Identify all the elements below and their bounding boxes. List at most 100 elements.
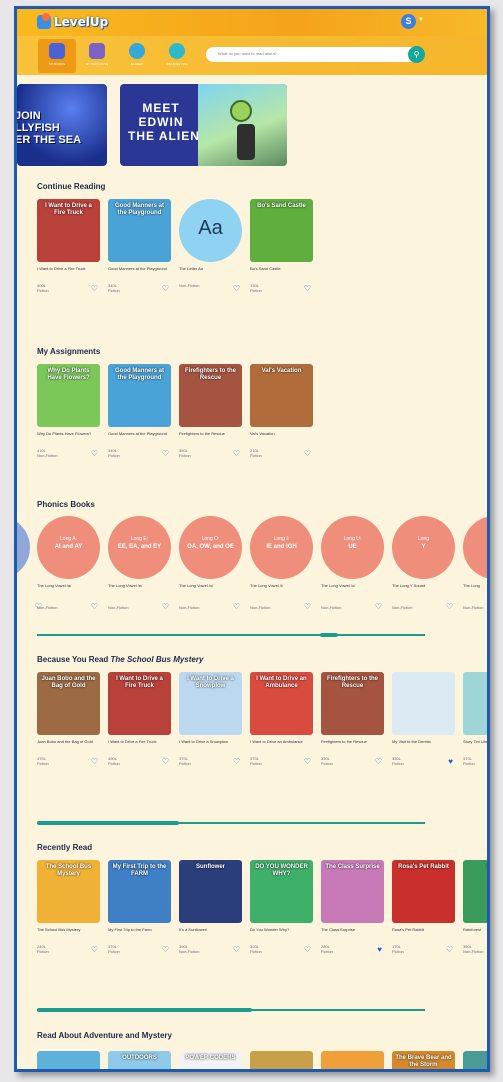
favorite-heart-icon[interactable]: ♡ bbox=[91, 603, 98, 611]
favorite-heart-icon[interactable]: ♡ bbox=[304, 285, 311, 293]
favorite-heart-icon[interactable]: ♥ bbox=[448, 758, 453, 766]
book-cover[interactable]: Sunflower bbox=[179, 860, 242, 923]
favorite-heart-icon[interactable]: ♡ bbox=[375, 758, 382, 766]
book-card[interactable]: The Brave Bear and the Storm bbox=[392, 1051, 456, 1069]
book-card[interactable]: Rosa's Pet Rabbit Rosa's Pet Rabbit 170L Fi… bbox=[392, 860, 456, 954]
book-card[interactable]: Long O: OA, OW, and OE The Long Vowel /o/N… bbox=[179, 516, 243, 611]
book-card[interactable]: Good Manners at the Playground Good Manne… bbox=[108, 199, 172, 293]
book-card[interactable]: Long E: EE, EA, and EY The Long Vowel /e/N… bbox=[108, 516, 172, 611]
book-card[interactable] bbox=[321, 1051, 385, 1069]
book-card[interactable]: Sunflower It's a Sunflower! 390L Non-Fictio… bbox=[179, 860, 243, 954]
book-title[interactable]: Story Tim Librarian bbox=[463, 739, 487, 745]
book-cover[interactable]: The School Bus Mystery bbox=[37, 860, 100, 923]
nav-reading-log[interactable]: READING LOG bbox=[158, 39, 196, 73]
book-title[interactable]: I Want to Drive a Snowplow bbox=[179, 739, 241, 745]
book-card[interactable] bbox=[250, 1051, 314, 1069]
book-cover[interactable]: Firefighters to the Rescue bbox=[321, 672, 384, 735]
favorite-heart-icon[interactable]: ♡ bbox=[91, 758, 98, 766]
book-title[interactable]: Rainforest bbox=[463, 927, 487, 933]
book-title[interactable]: The Long Vowel /e/ bbox=[108, 583, 170, 589]
banner-meet-edwin[interactable]: MEET EDWIN THE ALIEN bbox=[120, 84, 287, 166]
book-title[interactable]: The Class Surprise bbox=[321, 927, 383, 933]
book-title[interactable]: Juan Bobo and the Bag of Gold bbox=[37, 739, 99, 745]
recent-scrollbar[interactable] bbox=[37, 1008, 425, 1012]
book-cover[interactable]: The Class Surprise bbox=[321, 860, 384, 923]
book-title[interactable]: Val's Vacation bbox=[250, 431, 312, 437]
book-cover[interactable]: I Want to Drive a Fire Truck bbox=[108, 672, 171, 735]
book-card[interactable]: My Visit to the Dentist 350L Fiction ♥ bbox=[392, 672, 456, 766]
book-card[interactable]: I Want to Drive a Fire Truck I Want to Dr… bbox=[108, 672, 172, 766]
book-cover[interactable] bbox=[463, 516, 487, 579]
phonics-scrollbar[interactable] bbox=[37, 633, 425, 637]
book-card[interactable]: I Want to Drive a Snowplow I Want to Driv… bbox=[179, 672, 243, 766]
book-cover[interactable]: My First Trip to the FARM bbox=[108, 860, 171, 923]
favorite-heart-icon[interactable]: ♡ bbox=[304, 450, 311, 458]
favorite-heart-icon[interactable]: ♡ bbox=[304, 946, 311, 954]
favorite-heart-icon[interactable]: ♡ bbox=[233, 603, 240, 611]
search-input[interactable]: What do you want to read about? bbox=[218, 51, 277, 56]
favorite-heart-icon[interactable]: ♥ bbox=[377, 946, 382, 954]
book-cover[interactable] bbox=[250, 1051, 313, 1069]
book-cover[interactable] bbox=[392, 672, 455, 735]
nav-my-books[interactable]: MY BOOKS bbox=[38, 39, 76, 73]
book-title[interactable]: Firefighters to the Rescue bbox=[179, 431, 241, 437]
favorite-heart-icon[interactable]: ♡ bbox=[304, 758, 311, 766]
favorite-heart-icon[interactable]: ♡ bbox=[162, 603, 169, 611]
book-card[interactable]: POWER CODERS bbox=[179, 1051, 243, 1069]
book-title[interactable]: I Want to Drive an Ambulance bbox=[250, 739, 312, 745]
book-cover[interactable] bbox=[321, 1051, 384, 1069]
book-title[interactable]: The Long Vowel /o/ bbox=[179, 583, 241, 589]
book-card[interactable]: The Class Surprise The Class Surprise 280L… bbox=[321, 860, 385, 954]
scroll-thumb[interactable] bbox=[37, 1008, 252, 1012]
book-cover[interactable] bbox=[463, 1051, 487, 1069]
book-title[interactable]: Bo's Sand Castle bbox=[250, 266, 312, 272]
book-cover[interactable]: Juan Bobo and the Bag of Gold bbox=[37, 672, 100, 735]
favorite-heart-icon[interactable]: ♡ bbox=[233, 450, 240, 458]
book-cover[interactable]: Rosa's Pet Rabbit bbox=[392, 860, 455, 923]
book-card[interactable]: OUTDOORS bbox=[108, 1051, 172, 1069]
book-cover[interactable]: I Want to Drive a Snowplow bbox=[179, 672, 242, 735]
book-card[interactable]: Long Y The Long Y Sound Non-Fiction ♡ bbox=[392, 516, 456, 611]
book-cover[interactable]: Why Do Plants Have Flowers? bbox=[37, 364, 100, 427]
book-title[interactable]: The Long Vowel /u/ bbox=[321, 583, 383, 589]
favorite-heart-icon[interactable]: ♡ bbox=[162, 946, 169, 954]
book-cover[interactable]: POWER CODERS bbox=[179, 1051, 242, 1069]
favorite-heart-icon[interactable]: ♡ bbox=[91, 946, 98, 954]
book-title[interactable]: Why Do Plants Have Flowers? bbox=[37, 431, 99, 437]
book-title[interactable]: I Want to Drive a Fire Truck bbox=[37, 266, 99, 272]
book-cover[interactable]: Aa bbox=[179, 199, 242, 262]
book-cover[interactable]: Long E: EE, EA, and EY bbox=[108, 516, 171, 579]
favorite-heart-icon[interactable]: ♡ bbox=[446, 603, 453, 611]
favorite-heart-icon[interactable]: ♡ bbox=[162, 285, 169, 293]
book-card[interactable]: Val's Vacation Val's Vacation 210L Fiction ♡ bbox=[250, 364, 314, 458]
book-cover[interactable]: Long U: UE bbox=[321, 516, 384, 579]
book-title[interactable]: The Letter Aa bbox=[179, 266, 241, 272]
scroll-thumb[interactable] bbox=[320, 633, 338, 637]
book-cover[interactable] bbox=[463, 672, 487, 735]
book-cover[interactable]: OUTDOORS bbox=[108, 1051, 171, 1069]
book-title[interactable]: The Long Y Sound bbox=[392, 583, 454, 589]
book-title[interactable]: Good Manners at the Playground bbox=[108, 431, 170, 437]
book-cover[interactable] bbox=[17, 516, 30, 579]
levelup-logo[interactable]: LevelUp bbox=[37, 13, 108, 31]
search-bar[interactable]: What do you want to read about? ⚲ bbox=[206, 46, 425, 63]
book-card[interactable]: Firefighters to the Rescue Firefighters t… bbox=[321, 672, 385, 766]
book-card[interactable]: Juan Bobo and the Bag of Gold Juan Bobo a… bbox=[37, 672, 101, 766]
nav-badges[interactable]: BADGES bbox=[118, 39, 156, 73]
book-card[interactable]: Long A: AI and AY The Long Vowel /a/Non-Fi… bbox=[37, 516, 101, 611]
book-card[interactable]: My First Trip to the FARM My First Trip t… bbox=[108, 860, 172, 954]
book-cover[interactable]: I Want to Drive a Fire Truck bbox=[37, 199, 100, 262]
book-title[interactable]: Do You Wonder Why? bbox=[250, 927, 312, 933]
favorite-heart-icon[interactable]: ♡ bbox=[446, 946, 453, 954]
book-title[interactable]: The Long Vowel /i/ bbox=[250, 583, 312, 589]
book-title[interactable]: Good Manners at the Playground bbox=[108, 266, 170, 272]
favorite-heart-icon[interactable]: ♡ bbox=[233, 285, 240, 293]
book-card[interactable]: RAINRainforest350LNon-Fiction♡ bbox=[463, 860, 487, 954]
book-card[interactable]: a♡ bbox=[17, 516, 42, 611]
nav-my-progress[interactable]: MY PROGRESS bbox=[78, 39, 116, 73]
book-cover[interactable]: The Brave Bear and the Storm bbox=[392, 1051, 455, 1069]
favorite-heart-icon[interactable]: ♡ bbox=[233, 946, 240, 954]
book-card[interactable]: Long I: IE and IGH The Long Vowel /i/Non-F… bbox=[250, 516, 314, 611]
book-title[interactable]: Rosa's Pet Rabbit bbox=[392, 927, 454, 933]
search-icon[interactable]: ⚲ bbox=[408, 46, 425, 63]
